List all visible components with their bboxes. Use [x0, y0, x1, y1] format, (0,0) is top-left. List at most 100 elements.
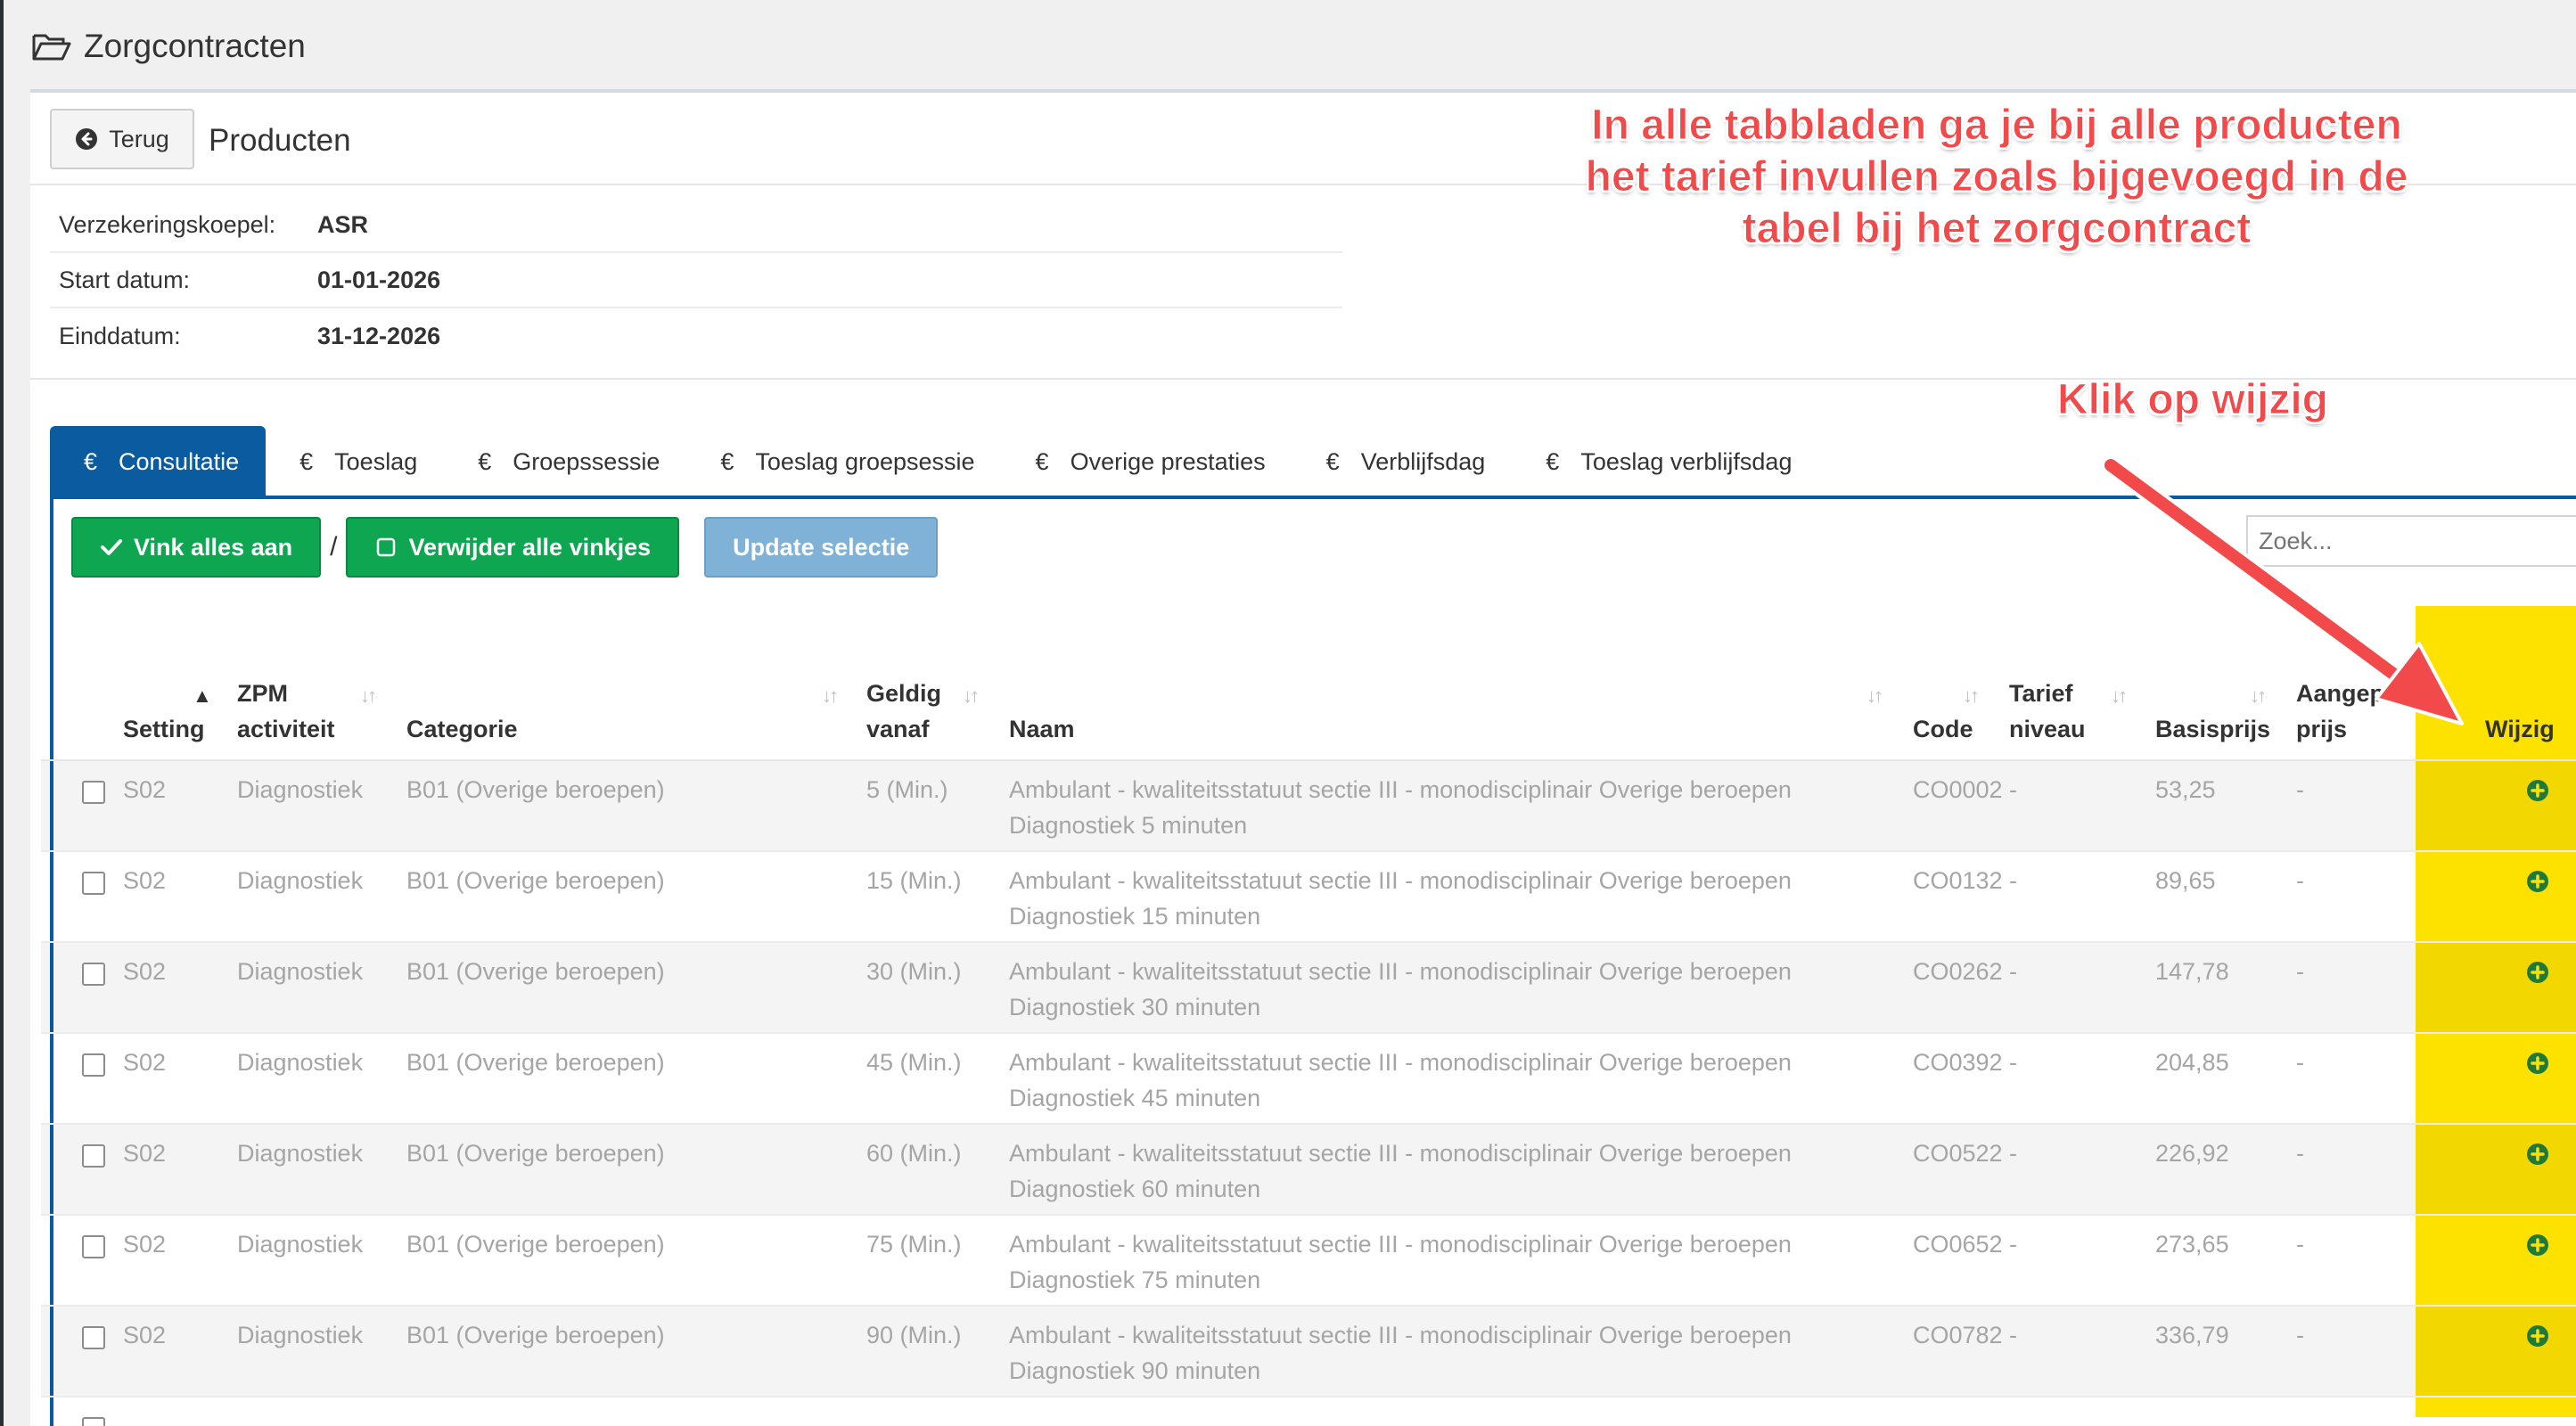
back-button-label: Terug	[109, 125, 169, 152]
cell-setting: S02	[123, 1231, 167, 1258]
cell-naam: Ambulant - kwaliteitsstatuut sectie III …	[1009, 1135, 1792, 1207]
edit-plus-icon[interactable]	[2526, 961, 2549, 984]
row-checkbox[interactable]	[82, 1235, 105, 1258]
cell-aangepast: -	[2296, 1140, 2304, 1167]
update-selection-button[interactable]: Update selectie	[704, 517, 939, 578]
row-checkbox[interactable]	[82, 1417, 105, 1426]
cell-code: CO0782	[1913, 1322, 2003, 1348]
euro-icon: €	[478, 447, 492, 475]
check-all-button[interactable]: Vink alles aan	[71, 517, 322, 578]
cell-naam: Ambulant - kwaliteitsstatuut sectie III …	[1009, 954, 1792, 1025]
checkmark-icon	[101, 539, 122, 555]
check-all-label: Vink alles aan	[134, 533, 293, 561]
tab-label: Toeslag groepsessie	[755, 447, 975, 475]
col-geldig-line1: Geldig	[866, 680, 942, 707]
sort-icon: ↓↑	[360, 684, 377, 707]
cell-geldig: 75 (Min.)	[866, 1231, 962, 1258]
product-tabs: € Consultatie € Toeslag € Groepssessie € Toe…	[50, 426, 1818, 497]
cell-zpm: Diagnostiek	[237, 1322, 364, 1348]
row-checkbox[interactable]	[82, 872, 105, 895]
row-checkbox[interactable]	[82, 1053, 105, 1077]
row-checkbox[interactable]	[82, 781, 105, 804]
cell-zpm: Diagnostiek	[237, 1140, 364, 1167]
edit-plus-icon[interactable]	[2526, 779, 2549, 802]
euro-icon: €	[299, 447, 314, 475]
naam-line1: Ambulant - kwaliteitsstatuut sectie III …	[1009, 1140, 1792, 1167]
naam-line1: Ambulant - kwaliteitsstatuut sectie III …	[1009, 1049, 1792, 1076]
euro-icon: €	[1325, 447, 1340, 475]
table-row-partial	[41, 1397, 2576, 1426]
edit-plus-icon[interactable]	[2526, 1324, 2549, 1348]
edit-plus-icon[interactable]	[2526, 1143, 2549, 1166]
cell-setting: S02	[123, 958, 167, 985]
col-basisprijs[interactable]: Basisprijs	[2155, 711, 2270, 747]
tab-consultatie[interactable]: € Consultatie	[50, 426, 267, 497]
tab-toeslag[interactable]: € Toeslag	[266, 426, 444, 497]
cell-naam: Ambulant - kwaliteitsstatuut sectie III …	[1009, 1317, 1792, 1389]
cell-naam: Ambulant - kwaliteitsstatuut sectie III …	[1009, 1226, 1792, 1298]
left-edge-bar	[0, 0, 4, 1426]
table-row: S02 Diagnostiek B01 (Overige beroepen) 1…	[41, 852, 2576, 943]
uncheck-all-button[interactable]: Verwijder alle vinkjes	[346, 517, 680, 578]
sort-icon: ↓↑	[1963, 684, 1980, 707]
table-row: S02 Diagnostiek B01 (Overige beroepen) 4…	[41, 1034, 2576, 1125]
tab-toeslag-groepsessie[interactable]: € Toeslag groepsessie	[686, 426, 1001, 497]
cell-setting: S02	[123, 1140, 167, 1167]
col-categorie[interactable]: Categorie	[406, 711, 518, 747]
col-setting[interactable]: Setting	[123, 711, 205, 747]
cell-geldig: 30 (Min.)	[866, 958, 962, 985]
table-row: S02 Diagnostiek B01 (Overige beroepen) 7…	[41, 1216, 2576, 1307]
tab-label: Toeslag verblijfsdag	[1580, 447, 1793, 475]
cell-categorie: B01 (Overige beroepen)	[406, 1231, 665, 1258]
tab-toeslag-verblijfsdag[interactable]: € Toeslag verblijfsdag	[1512, 426, 1818, 497]
cell-tarief: -	[2009, 1140, 2017, 1167]
col-zpm-activiteit[interactable]: ZPM activiteit	[237, 676, 335, 747]
col-zpm-line1: ZPM	[237, 680, 288, 707]
cell-tarief: -	[2009, 1049, 2017, 1076]
col-aangepaste-prijs[interactable]: Aangepaste prijs	[2296, 676, 2432, 747]
folder-open-icon	[32, 34, 71, 61]
panel-title: Producten	[209, 123, 351, 158]
sort-icon: ↓↑	[963, 684, 980, 707]
cell-geldig: 15 (Min.)	[866, 867, 962, 894]
row-checkbox[interactable]	[82, 963, 105, 986]
tab-groepssessie[interactable]: € Groepssessie	[444, 426, 686, 497]
col-code[interactable]: Code	[1913, 711, 1973, 747]
naam-line1: Ambulant - kwaliteitsstatuut sectie III …	[1009, 776, 1792, 803]
cell-setting: S02	[123, 776, 167, 803]
row-checkbox[interactable]	[82, 1326, 105, 1349]
cell-geldig: 60 (Min.)	[866, 1140, 962, 1167]
tab-label: Toeslag	[334, 447, 418, 475]
naam-line2: Diagnostiek 90 minuten	[1009, 1357, 1261, 1384]
back-button[interactable]: Terug	[50, 109, 194, 169]
uncheck-all-label: Verwijder alle vinkjes	[408, 533, 652, 561]
col-aangepast-line2: prijs	[2296, 716, 2348, 742]
row-checkbox[interactable]	[82, 1144, 105, 1168]
col-tarief-niveau[interactable]: Tarief niveau	[2009, 676, 2086, 747]
cell-setting: S02	[123, 1049, 167, 1076]
button-separator: /	[330, 532, 338, 561]
col-naam[interactable]: Naam	[1009, 711, 1075, 747]
cell-tarief: -	[2009, 867, 2017, 894]
cell-aangepast: -	[2296, 1049, 2304, 1076]
naam-line1: Ambulant - kwaliteitsstatuut sectie III …	[1009, 958, 1792, 985]
tab-verblijfsdag[interactable]: € Verblijfsdag	[1292, 426, 1513, 497]
edit-plus-icon[interactable]	[2526, 870, 2549, 893]
tab-overige-prestaties[interactable]: € Overige prestaties	[1002, 426, 1292, 497]
col-geldig-vanaf[interactable]: Geldig vanaf	[866, 676, 941, 747]
tab-label: Consultatie	[119, 447, 240, 475]
edit-plus-icon[interactable]	[2526, 1233, 2549, 1257]
info-label: Verzekeringskoepel:	[59, 210, 276, 238]
cell-basisprijs: 53,25	[2155, 776, 2216, 803]
table-row: S02 Diagnostiek B01 (Overige beroepen) 9…	[41, 1307, 2576, 1397]
cell-categorie: B01 (Overige beroepen)	[406, 1322, 665, 1348]
cell-categorie: B01 (Overige beroepen)	[406, 1140, 665, 1167]
cell-aangepast: -	[2296, 1231, 2304, 1258]
cell-categorie: B01 (Overige beroepen)	[406, 776, 665, 803]
search-input[interactable]	[2246, 515, 2576, 567]
col-wijzig-label: Wijzig	[2485, 716, 2555, 742]
bulk-actions: Vink alles aan / Verwijder alle vinkjes …	[71, 517, 939, 578]
cell-naam: Ambulant - kwaliteitsstatuut sectie III …	[1009, 863, 1792, 934]
empty-checkbox-icon	[377, 537, 396, 557]
edit-plus-icon[interactable]	[2526, 1052, 2549, 1075]
